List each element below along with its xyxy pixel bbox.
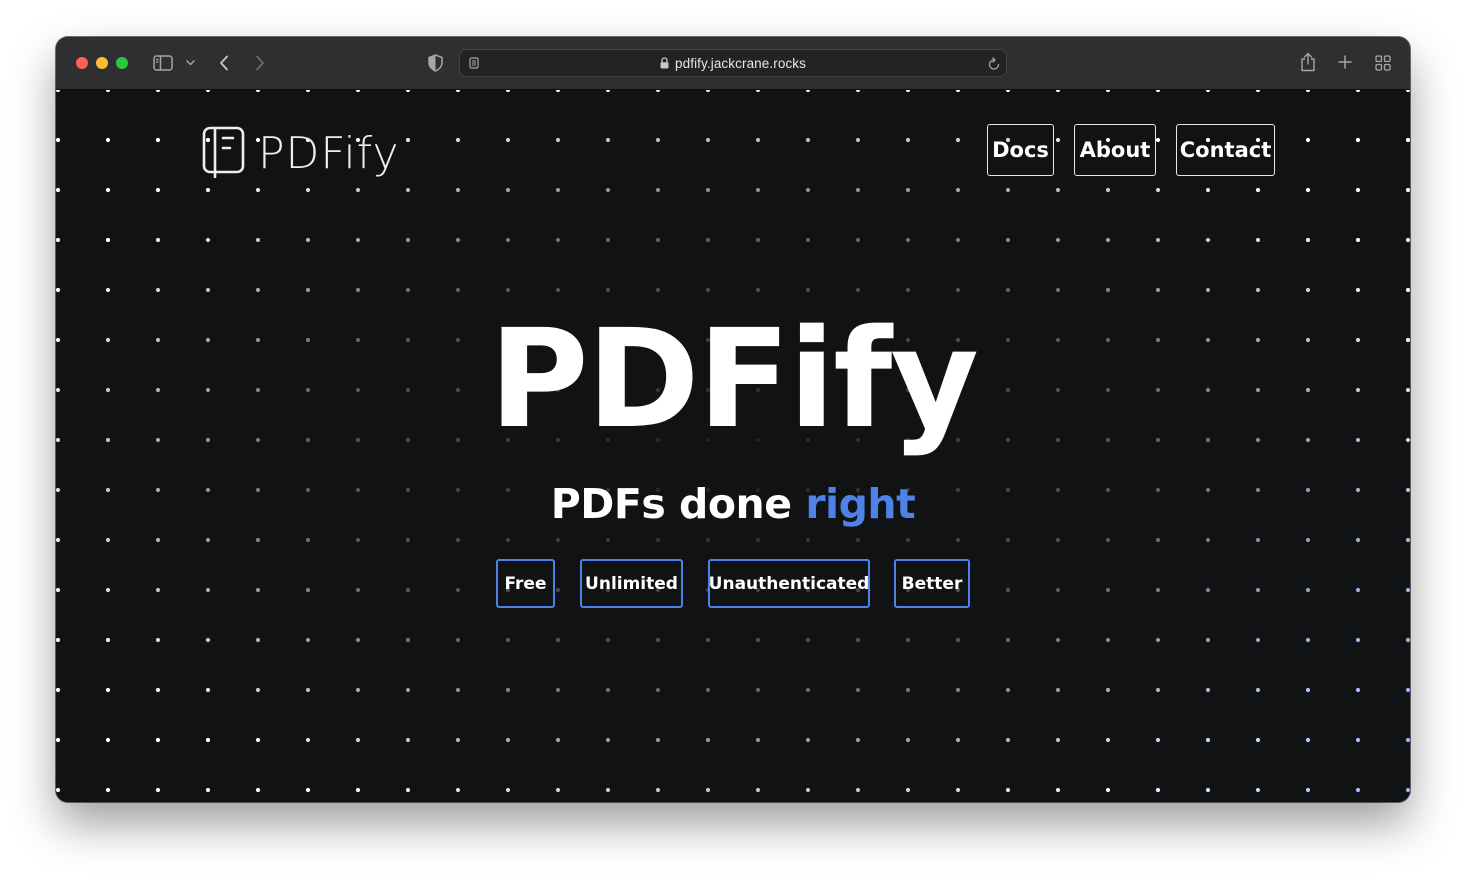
feature-label: Unauthenticated	[708, 573, 870, 594]
browser-toolbar: pdfify.jackcrane.rocks	[56, 37, 1410, 90]
nav-docs-button[interactable]: Docs	[987, 124, 1054, 176]
site-logo[interactable]: PDFify	[202, 126, 400, 182]
feature-badge-unauthenticated: Unauthenticated	[708, 559, 870, 608]
tagline: PDFs done right	[56, 480, 1410, 528]
feature-badge-better: Better	[894, 559, 970, 608]
zoom-window-button[interactable]	[116, 57, 128, 69]
nav-about-label: About	[1079, 138, 1151, 162]
document-logo-icon	[202, 126, 246, 182]
nav-about-button[interactable]: About	[1074, 124, 1156, 176]
feature-label: Unlimited	[585, 573, 678, 594]
tagline-accent: right	[805, 480, 916, 528]
lock-icon	[660, 57, 669, 69]
page-viewport: PDFify Docs About Contact PDFify PDFs do…	[56, 90, 1410, 802]
chevron-down-icon[interactable]	[184, 57, 196, 69]
browser-window: pdfify.jackcrane.rocks PDFify Docs About…	[56, 37, 1410, 802]
close-window-button[interactable]	[76, 57, 88, 69]
sidebar-icon[interactable]	[152, 53, 174, 73]
address-bar[interactable]: pdfify.jackcrane.rocks	[459, 49, 1007, 77]
tab-overview-icon[interactable]	[1374, 54, 1391, 71]
privacy-shield-icon[interactable]	[426, 53, 444, 73]
nav-contact-button[interactable]: Contact	[1176, 124, 1275, 176]
nav-contact-label: Contact	[1179, 138, 1272, 162]
feature-label: Better	[901, 573, 963, 594]
hero-title: PDFify	[489, 301, 979, 459]
url-text: pdfify.jackcrane.rocks	[675, 55, 806, 71]
minimize-window-button[interactable]	[96, 57, 108, 69]
forward-icon[interactable]	[252, 53, 268, 73]
nav-docs-label: Docs	[992, 138, 1049, 162]
tagline-main: PDFs done	[550, 480, 806, 528]
feature-label: Free	[504, 573, 547, 594]
url-display[interactable]: pdfify.jackcrane.rocks	[460, 50, 1006, 76]
back-icon[interactable]	[216, 53, 232, 73]
share-icon[interactable]	[1299, 51, 1317, 73]
reload-icon[interactable]	[987, 56, 1001, 70]
feature-badge-free: Free	[496, 559, 555, 608]
new-tab-icon[interactable]	[1337, 54, 1353, 70]
feature-badge-unlimited: Unlimited	[580, 559, 683, 608]
logo-text: PDFify	[258, 128, 400, 179]
